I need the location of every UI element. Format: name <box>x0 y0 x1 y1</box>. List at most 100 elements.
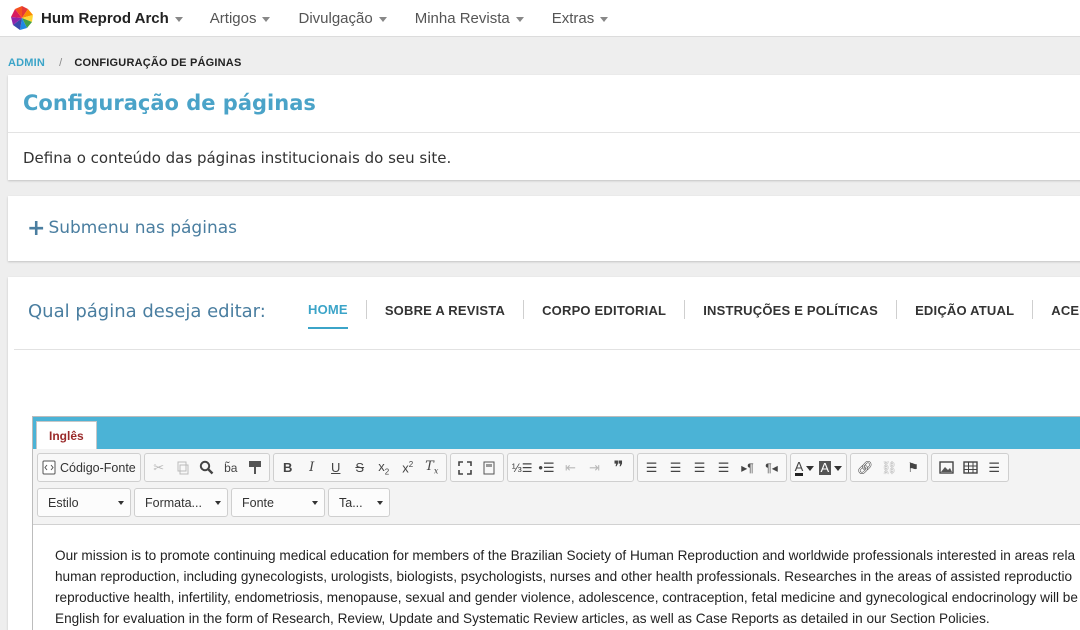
chevron-down-icon <box>600 16 609 22</box>
top-navbar: Hum Reprod Arch Artigos Divulgação Minha… <box>0 0 1080 37</box>
nav-menu-divulgacao[interactable]: Divulgação <box>298 9 387 27</box>
font-size-select[interactable]: Ta... <box>328 488 390 517</box>
align-right-button[interactable]: ☰ <box>688 455 712 480</box>
link-button[interactable]: 🔗︎ <box>853 455 877 480</box>
blockquote-button[interactable]: ❞ <box>607 455 631 480</box>
anchor-button[interactable]: ⚑ <box>901 455 925 480</box>
tab-edicao-atual[interactable]: EDIÇÃO ATUAL <box>915 300 1014 328</box>
submenu-toggle[interactable]: + Submenu nas páginas <box>27 215 237 241</box>
horizontal-rule-button[interactable]: ☰ <box>982 455 1006 480</box>
justify-button[interactable]: ☰ <box>712 455 736 480</box>
tab-language-ingles[interactable]: Inglês <box>36 421 97 450</box>
increase-indent-button[interactable]: ⇥ <box>583 455 607 480</box>
nav-menu-extras[interactable]: Extras <box>552 10 609 27</box>
toolbar-row: Estilo Formata... Fonte Ta... <box>37 488 393 517</box>
rtl-button[interactable]: ¶◂ <box>760 455 784 480</box>
tab-sobre-a-revista[interactable]: SOBRE A REVISTA <box>385 300 505 328</box>
page-editor-panel: Qual página deseja editar: HOME SOBRE A … <box>8 277 1080 630</box>
scissors-icon: ✂ <box>153 459 165 475</box>
nav-menu-minha-revista[interactable]: Minha Revista <box>415 10 524 27</box>
unlink-icon: ⛓︎ <box>880 459 898 475</box>
chevron-down-icon <box>312 500 318 505</box>
chevron-down-icon <box>834 466 843 471</box>
toolbar-group-align: ☰ ☰ ☰ ☰ ▸¶ ¶◂ <box>636 453 787 482</box>
style-select[interactable]: Estilo <box>37 488 131 517</box>
tab-corpo-editorial[interactable]: CORPO EDITORIAL <box>542 300 666 328</box>
maximize-button[interactable] <box>453 455 477 480</box>
tab-home[interactable]: HOME <box>308 299 348 329</box>
underline-button[interactable]: U <box>324 455 348 480</box>
numbered-list-button[interactable]: ⅓☰ <box>510 455 535 480</box>
superscript-button[interactable]: x2 <box>396 455 420 480</box>
tab-instrucoes-e-politicas[interactable]: INSTRUÇÕES E POLÍTICAS <box>703 300 878 328</box>
font-select[interactable]: Fonte <box>231 488 325 517</box>
text-color-button[interactable]: A <box>793 455 817 480</box>
page-select-prompt: Qual página deseja editar: <box>28 301 266 322</box>
table-button[interactable] <box>958 455 982 480</box>
toolbar-group-insert: ☰ <box>931 453 1010 482</box>
bulleted-list-button[interactable]: •☰ <box>535 455 559 480</box>
content-line: reproductive health, infertility, endome… <box>55 590 1078 605</box>
source-code-icon <box>42 460 56 475</box>
toolbar-group-lists: ⅓☰ •☰ ⇤ ⇥ ❞ <box>506 453 634 482</box>
breadcrumb-separator: / <box>59 57 63 69</box>
unlink-button[interactable]: ⛓︎ <box>877 455 901 480</box>
decrease-indent-button[interactable]: ⇤ <box>559 455 583 480</box>
bold-button[interactable]: B <box>276 455 300 480</box>
flag-icon: ⚑ <box>907 459 920 475</box>
source-code-button[interactable]: Código-Fonte <box>40 455 138 480</box>
nav-menu-label: Artigos <box>209 9 257 27</box>
tab-divider <box>896 300 898 319</box>
chevron-down-icon <box>377 500 383 505</box>
submenu-label: Submenu nas páginas <box>48 218 237 238</box>
italic-icon: I <box>309 460 315 475</box>
toolbar-group-basic-styles: B I U S x2 x2 Tx <box>272 453 447 482</box>
format-painter-button[interactable] <box>243 455 267 480</box>
tab-acervo[interactable]: ACERVO <box>1051 300 1080 328</box>
language-tab-bar: Inglês <box>33 417 1080 450</box>
chevron-down-icon <box>515 16 524 22</box>
nav-menu-label: Minha Revista <box>414 9 510 27</box>
tab-divider <box>684 300 686 319</box>
strikethrough-button[interactable]: S <box>348 455 372 480</box>
copy-icon <box>177 461 189 474</box>
italic-button[interactable]: I <box>300 455 324 480</box>
find-button[interactable] <box>195 455 219 480</box>
format-select[interactable]: Formata... <box>134 488 228 517</box>
ltr-button[interactable]: ▸¶ <box>736 455 760 480</box>
search-icon <box>200 460 214 475</box>
nav-menu-label: Divulgação <box>298 9 373 27</box>
background-color-button[interactable]: A <box>817 455 845 480</box>
copy-button[interactable] <box>171 455 195 480</box>
breadcrumb-admin-link[interactable]: ADMIN <box>8 57 45 69</box>
toolbar-group-clipboard: ✂ b̃a <box>143 453 270 482</box>
nav-menu-artigos[interactable]: Artigos <box>210 10 271 27</box>
align-left-button[interactable]: ☰ <box>640 455 664 480</box>
nav-brand-menu[interactable]: Hum Reprod Arch <box>41 10 183 27</box>
replace-button[interactable]: b̃a <box>219 455 243 480</box>
plus-icon: + <box>27 215 46 241</box>
content-line: Our mission is to promote continuing med… <box>55 548 1076 563</box>
superscript-icon: x2 <box>402 459 414 476</box>
breadcrumb: ADMIN / CONFIGURAÇÃO DE PÁGINAS <box>8 57 242 69</box>
editor-content-area[interactable]: Our mission is to promote continuing med… <box>33 525 1080 629</box>
align-center-button[interactable]: ☰ <box>664 455 688 480</box>
image-button[interactable] <box>934 455 958 480</box>
subscript-button[interactable]: x2 <box>372 455 396 480</box>
bulleted-list-icon: •☰ <box>538 459 555 475</box>
format-select-value: Formata... <box>145 495 202 510</box>
remove-format-button[interactable]: Tx <box>420 455 444 480</box>
journal-logo-icon[interactable] <box>9 5 35 31</box>
toolbar-group-view <box>449 453 504 482</box>
text-direction-rtl-icon: ¶◂ <box>765 460 778 475</box>
page-tabs: HOME SOBRE A REVISTA CORPO EDITORIAL INS… <box>308 299 1080 329</box>
nav-brand-label: Hum Reprod Arch <box>41 9 169 27</box>
content-line: human reproduction, including gynecologi… <box>55 569 1073 584</box>
show-blocks-button[interactable] <box>477 455 501 480</box>
tab-divider <box>523 300 525 319</box>
submenu-panel: + Submenu nas páginas <box>8 196 1080 261</box>
image-icon <box>938 461 954 474</box>
bold-icon: B <box>283 460 293 475</box>
editor-toolbar: Código-Fonte ✂ b̃a B I U S x2 x2 Tx ⅓☰ •… <box>33 449 1080 525</box>
cut-button[interactable]: ✂ <box>147 455 171 480</box>
